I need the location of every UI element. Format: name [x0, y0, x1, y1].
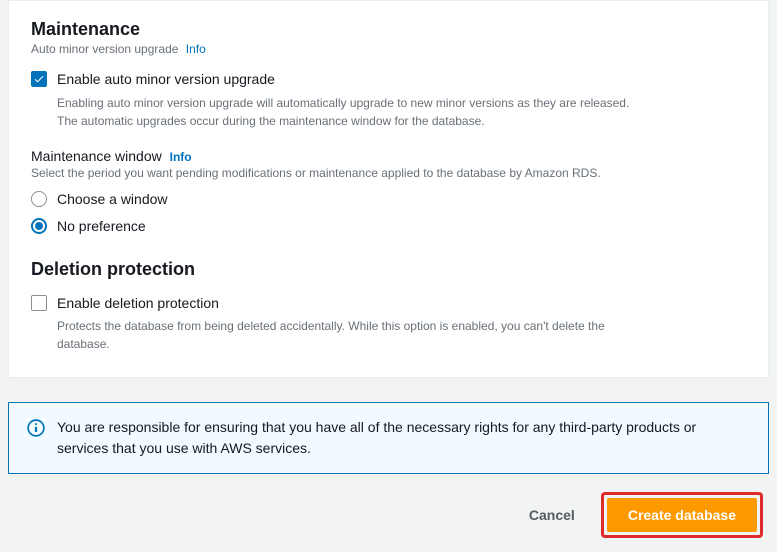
footer-actions: Cancel Create database	[0, 474, 777, 552]
responsibility-notice-text: You are responsible for ensuring that yo…	[57, 417, 750, 459]
info-link-auto-upgrade[interactable]: Info	[186, 42, 206, 56]
settings-panel: Maintenance Auto minor version upgrade I…	[8, 0, 769, 378]
responsibility-notice: You are responsible for ensuring that yo…	[8, 402, 769, 474]
enable-auto-upgrade-desc: Enabling auto minor version upgrade will…	[57, 94, 647, 130]
create-database-button[interactable]: Create database	[607, 498, 757, 532]
maintenance-heading: Maintenance	[31, 19, 746, 40]
radio-choose-window-row[interactable]: Choose a window	[31, 190, 746, 210]
maintenance-window-heading: Maintenance window Info	[31, 148, 746, 164]
maintenance-subtitle: Auto minor version upgrade Info	[31, 42, 746, 56]
radio-no-preference[interactable]	[31, 218, 47, 234]
create-button-highlight: Create database	[601, 492, 763, 538]
enable-deletion-protection-label: Enable deletion protection	[57, 294, 219, 314]
radio-no-preference-row[interactable]: No preference	[31, 217, 746, 237]
maintenance-window-desc: Select the period you want pending modif…	[31, 166, 671, 180]
deletion-heading: Deletion protection	[31, 259, 746, 280]
maintenance-window-radio-group: Choose a window No preference	[31, 190, 746, 237]
cancel-button[interactable]: Cancel	[519, 499, 585, 531]
enable-deletion-protection-row: Enable deletion protection	[31, 294, 746, 314]
enable-deletion-protection-desc: Protects the database from being deleted…	[57, 317, 647, 353]
radio-choose-window[interactable]	[31, 191, 47, 207]
enable-auto-upgrade-checkbox[interactable]	[31, 71, 47, 87]
enable-deletion-protection-checkbox[interactable]	[31, 295, 47, 311]
info-icon	[27, 419, 45, 437]
radio-no-preference-label: No preference	[57, 217, 146, 237]
enable-auto-upgrade-row: Enable auto minor version upgrade	[31, 70, 746, 90]
radio-choose-window-label: Choose a window	[57, 190, 168, 210]
info-link-maintenance-window[interactable]: Info	[170, 150, 192, 164]
enable-auto-upgrade-label: Enable auto minor version upgrade	[57, 70, 275, 90]
